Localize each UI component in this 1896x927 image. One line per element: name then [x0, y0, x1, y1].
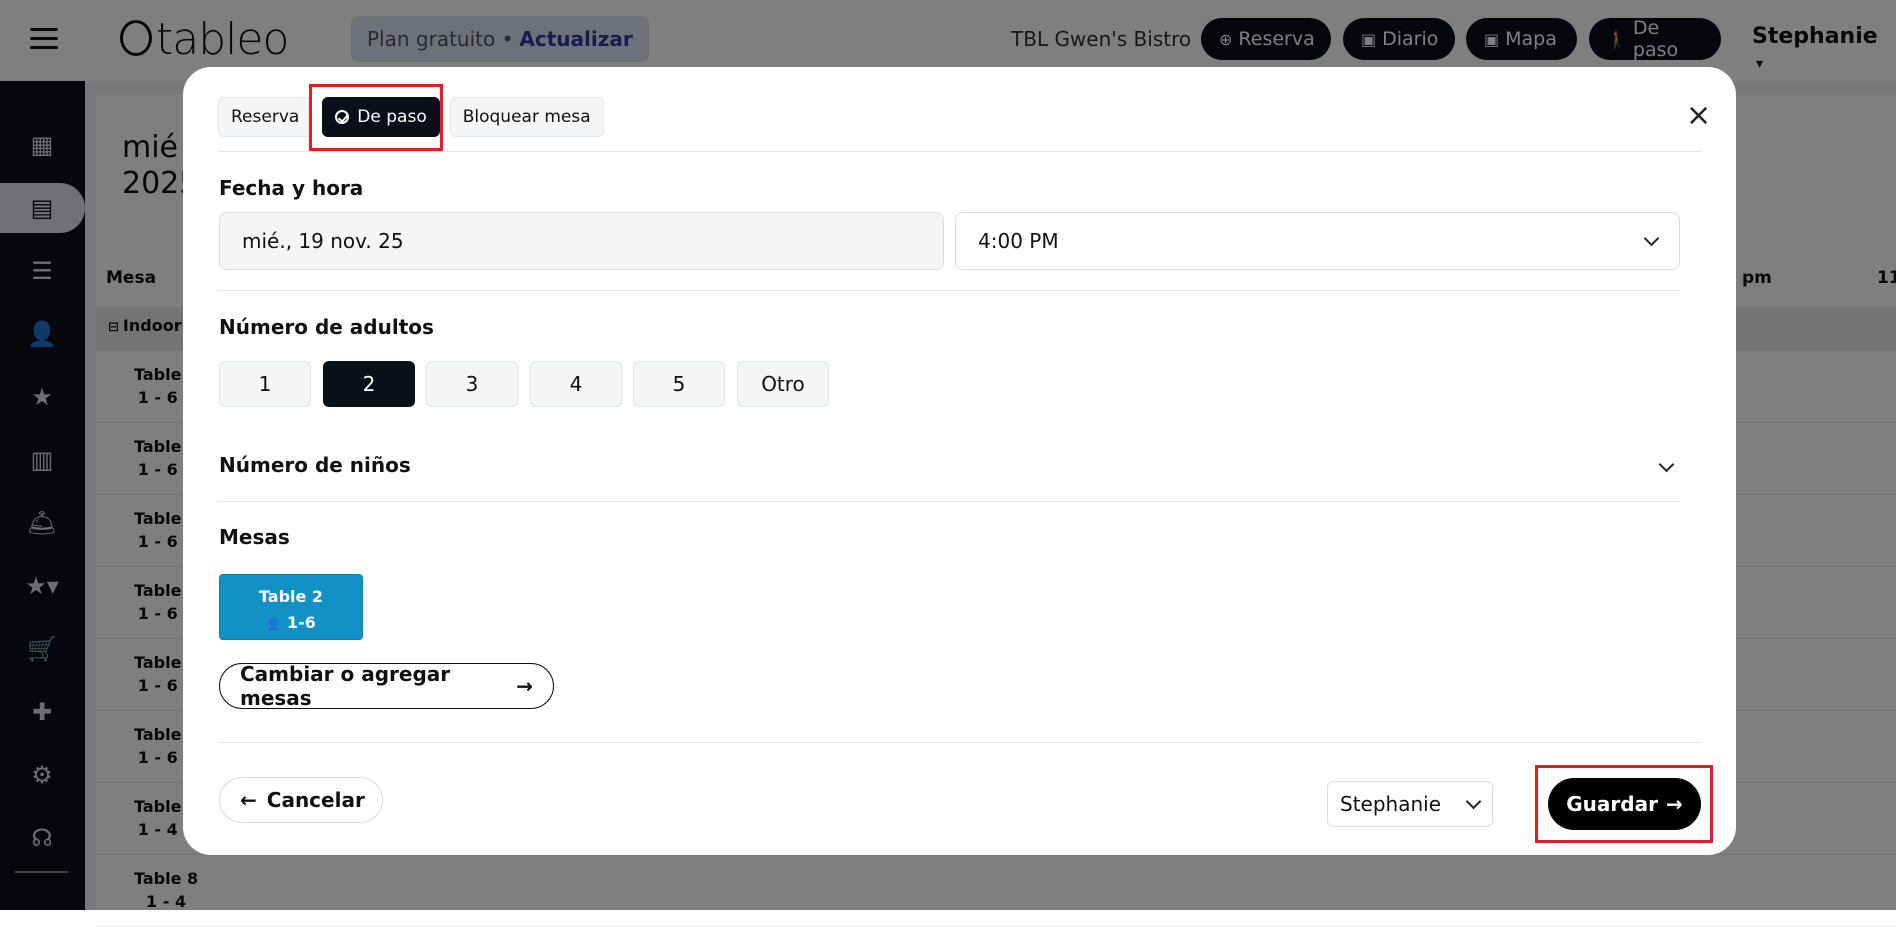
divider — [218, 151, 1702, 152]
table-name: Table 2 — [258, 587, 324, 606]
chevron-down-icon[interactable] — [1658, 456, 1675, 473]
children-label[interactable]: Número de niños — [219, 453, 411, 477]
arrow-right-icon: → — [516, 674, 533, 698]
divider — [218, 742, 1702, 743]
cancel-button[interactable]: ← Cancelar — [219, 777, 383, 823]
divider — [218, 290, 1680, 291]
tables-label: Mesas — [219, 525, 290, 549]
adults-option-otro[interactable]: Otro — [737, 361, 829, 407]
change-tables-button[interactable]: Cambiar o agregar mesas → — [219, 662, 554, 710]
tab-reserva[interactable]: Reserva — [218, 97, 313, 137]
save-button[interactable]: Guardar → — [1548, 778, 1701, 830]
staff-select[interactable]: Stephanie — [1327, 781, 1493, 827]
date-time-label: Fecha y hora — [219, 176, 364, 200]
date-input[interactable]: mié., 19 nov. 25 — [219, 212, 944, 270]
selected-table-card[interactable]: Table 2 👤 1-6 — [219, 574, 363, 640]
tab-bloquear-mesa[interactable]: Bloquear mesa — [449, 97, 604, 137]
arrow-right-icon: → — [1665, 792, 1683, 816]
divider — [218, 501, 1680, 502]
adults-option-5[interactable]: 5 — [633, 361, 725, 407]
adults-option-2[interactable]: 2 — [323, 361, 415, 407]
chevron-down-icon — [1643, 230, 1660, 247]
chevron-down-icon — [1465, 793, 1482, 810]
highlight-box-tab — [309, 84, 443, 151]
time-select[interactable]: 4:00 PM — [955, 212, 1680, 270]
adults-option-4[interactable]: 4 — [530, 361, 622, 407]
adults-label: Número de adultos — [219, 315, 434, 339]
table-capacity: 1-6 — [286, 613, 316, 632]
adults-option-3[interactable]: 3 — [426, 361, 518, 407]
adults-option-1[interactable]: 1 — [219, 361, 311, 407]
close-icon[interactable]: × — [1686, 101, 1711, 131]
walk-in-modal: Reserva De paso Bloquear mesa × Fecha y … — [183, 67, 1736, 855]
person-icon: 👤 — [266, 617, 282, 631]
arrow-left-icon: ← — [240, 788, 257, 812]
